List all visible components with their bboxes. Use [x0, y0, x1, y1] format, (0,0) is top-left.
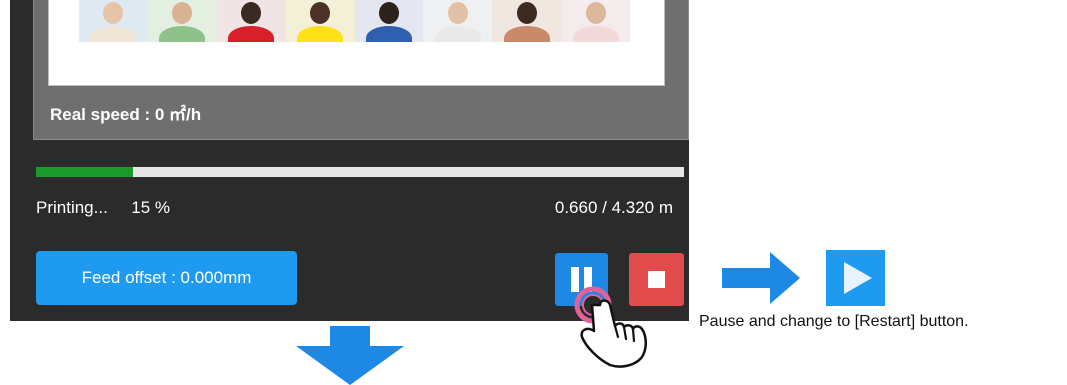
restart-button[interactable]	[826, 250, 885, 306]
preview-photo	[492, 0, 562, 42]
preview-photo	[354, 0, 424, 42]
preview-photo	[216, 0, 286, 42]
feed-offset-button[interactable]: Feed offset : 0.000mm	[36, 251, 297, 305]
preview-photo	[561, 0, 630, 42]
print-preview-media	[48, 0, 665, 86]
progress-bar	[36, 167, 684, 177]
progress-bar-fill	[36, 167, 134, 177]
preview-photo	[79, 0, 148, 42]
print-status: Printing... 15 %	[36, 198, 170, 218]
print-preview: Real speed : 0 ㎡/h	[33, 0, 689, 140]
print-state: Printing...	[36, 198, 108, 217]
restart-annotation: Pause and change to [Restart] button.	[699, 313, 969, 330]
real-speed-label: Real speed : 0 ㎡/h	[50, 105, 202, 124]
preview-photo	[423, 0, 493, 42]
tap-hand-icon	[574, 286, 647, 368]
print-length: 0.660 / 4.320 m	[554, 198, 673, 217]
preview-photo	[285, 0, 355, 42]
printing-panel: Real speed : 0 ㎡/h Printing... 15 % 0.66…	[10, 0, 689, 321]
play-icon	[844, 262, 872, 294]
arrow-right-icon	[722, 252, 800, 304]
print-percent: 15 %	[131, 198, 171, 217]
preview-image-strip	[79, 0, 630, 42]
arrow-down-icon	[296, 326, 404, 385]
preview-photo	[147, 0, 217, 42]
